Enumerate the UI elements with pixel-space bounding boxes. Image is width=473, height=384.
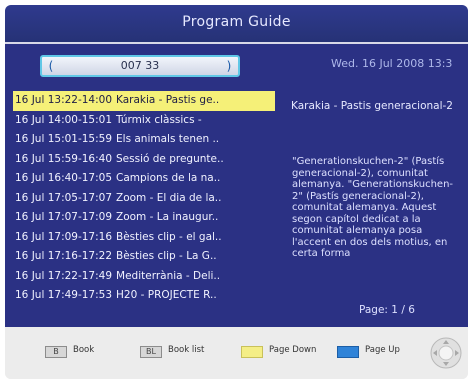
program-title: Bèsties clip - el gal.. (116, 230, 222, 243)
program-time: 16 Jul 13:22-14:00 (15, 94, 113, 106)
chevron-right-icon[interactable]: ) (223, 57, 235, 75)
program-row[interactable]: 16 Jul 17:07-17:09 Zoom - La inaugur.. (13, 208, 275, 228)
program-title: Zoom - La inaugur.. (116, 211, 219, 223)
program-time: 16 Jul 16:40-17:05 (15, 172, 113, 184)
program-time: 16 Jul 15:59-16:40 (15, 152, 113, 165)
legend-label: Page Up (365, 345, 400, 355)
program-time: 16 Jul 15:01-15:59 (15, 133, 113, 145)
program-title: Sessió de pregunte.. (116, 152, 224, 165)
program-row[interactable]: 16 Jul 17:05-17:07 Zoom - El dia de la.. (13, 189, 275, 209)
button-legend: B Book BL Book list Page Down Page Up (5, 327, 468, 379)
program-time: 16 Jul 17:49-17:53 (15, 289, 113, 301)
legend-label: Page Down (269, 345, 317, 355)
program-description: "Generationskuchen-2" (Pastís generacion… (292, 156, 454, 259)
navigation-wheel-icon (430, 337, 462, 369)
program-row[interactable]: 16 Jul 17:22-17:49 Mediterrània - Deli.. (13, 267, 275, 287)
chevron-left-icon[interactable]: ( (45, 57, 57, 75)
program-time: 16 Jul 17:16-17:22 (15, 250, 113, 262)
book-key-icon: B (45, 346, 67, 358)
yellow-key-icon (241, 346, 263, 358)
channel-number: 007 33 (120, 59, 160, 72)
program-row[interactable]: 16 Jul 15:01-15:59 Els animals tenen .. (13, 130, 275, 150)
program-time: 16 Jul 14:00-15:01 (15, 113, 113, 126)
program-row[interactable]: 16 Jul 14:00-15:01 Túrmix clàssics - (13, 111, 275, 131)
book-list-key-icon: BL (140, 346, 162, 358)
program-row[interactable]: 16 Jul 17:49-17:53 H20 - PROJECTE R.. (13, 286, 275, 306)
program-guide-screen: Program Guide ( 007 33 ) Wed. 16 Jul 200… (5, 5, 468, 379)
program-title: H20 - PROJECTE R.. (116, 289, 217, 301)
program-row[interactable]: 16 Jul 15:59-16:40 Sessió de pregunte.. (13, 150, 275, 170)
program-list: 16 Jul 13:22-14:00 Karakia - Pastis ge.. … (13, 91, 275, 306)
program-title: Campions de la na.. (116, 172, 221, 184)
blue-key-icon (337, 346, 359, 358)
legend-label: Book list (168, 345, 205, 355)
program-title: Karakia - Pastis ge.. (116, 94, 220, 106)
program-row[interactable]: 16 Jul 16:40-17:05 Campions de la na.. (13, 169, 275, 189)
page-indicator: Page: 1 / 6 (359, 304, 415, 316)
program-time: 16 Jul 17:22-17:49 (15, 269, 113, 282)
program-title: Zoom - El dia de la.. (116, 191, 222, 204)
program-detail-title: Karakia - Pastis generacional-2 (291, 100, 453, 112)
program-time: 16 Jul 17:05-17:07 (15, 191, 113, 204)
program-row[interactable]: 16 Jul 17:09-17:16 Bèsties clip - el gal.… (13, 228, 275, 248)
program-row[interactable]: 16 Jul 17:16-17:22 Bèsties clip - La G.. (13, 247, 275, 267)
legend-label: Book (73, 345, 95, 355)
program-title: Bèsties clip - La G.. (116, 250, 217, 262)
program-title: Túrmix clàssics - (116, 113, 202, 126)
program-time: 16 Jul 17:07-17:09 (15, 211, 113, 223)
channel-selector[interactable]: ( 007 33 ) (40, 55, 240, 77)
program-title: Els animals tenen .. (116, 133, 220, 145)
program-time: 16 Jul 17:09-17:16 (15, 230, 113, 243)
program-title: Mediterrània - Deli.. (116, 269, 221, 282)
current-datetime: Wed. 16 Jul 2008 13:3 (331, 57, 453, 70)
header-title: Program Guide (5, 5, 468, 44)
program-row[interactable]: 16 Jul 13:22-14:00 Karakia - Pastis ge.. (13, 91, 275, 111)
guide-panel: ( 007 33 ) Wed. 16 Jul 2008 13:3 16 Jul … (5, 44, 468, 327)
